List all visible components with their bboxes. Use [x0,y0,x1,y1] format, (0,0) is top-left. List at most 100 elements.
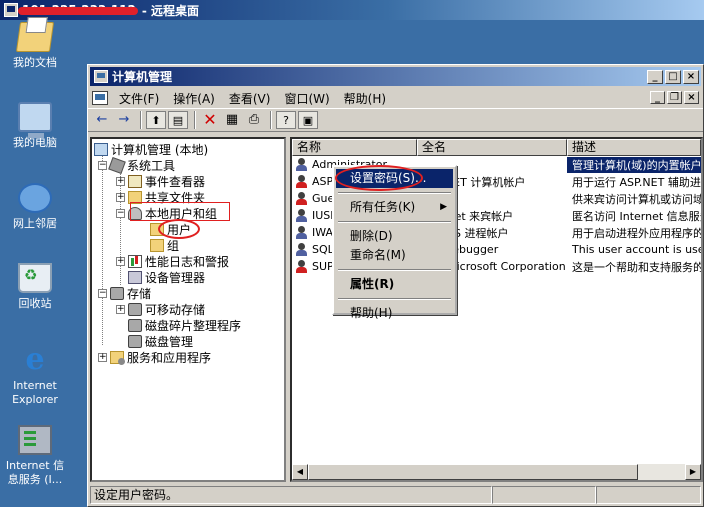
status-bar: 设定用户密码。 [90,486,701,504]
menu-separator [338,269,451,271]
my-computer-icon [18,102,52,138]
remote-desktop-icon [4,3,18,17]
folder-icon [150,238,164,252]
up-level-icon[interactable]: ⬆ [146,111,166,129]
list-header: 名称 全名 描述 [292,139,701,156]
menu-action[interactable]: 操作(A) [173,90,215,107]
remote-desktop-bar: 101.225.233.112 - 远程桌面 [0,0,704,20]
expand-icon[interactable]: + [116,192,125,202]
minimize-button[interactable]: _ [647,69,663,84]
cell-description: 用于启动进程外应用程序的 [572,226,701,240]
tree-node-storage[interactable]: − 存储 [98,285,151,301]
tree-label: 存储 [127,286,152,301]
system-menu-icon[interactable] [92,91,108,105]
expand-icon[interactable]: + [116,304,125,314]
tree-label: 设备管理器 [145,270,206,285]
disk-management-icon [128,334,142,348]
cell-description: 用于运行 ASP.NET 辅助进程 [572,175,701,189]
scroll-right-button[interactable]: ▶ [685,464,701,480]
tree-node-defrag[interactable]: 磁盘碎片整理程序 [128,317,241,333]
menu-separator [338,192,451,194]
mdi-close-button[interactable]: × [684,91,699,104]
user-icon [295,175,309,188]
toolbar: ← → ⬆ ▤ ✕ ▦ ⎙ ? ▣ [88,108,703,132]
tree-label: 计算机管理 (本地) [111,142,209,157]
scroll-left-button[interactable]: ◀ [292,464,308,480]
toolbar-separator [194,111,196,129]
forward-arrow-icon[interactable]: → [114,111,134,129]
tree-node-disk-management[interactable]: 磁盘管理 [128,333,193,349]
expand-icon[interactable]: + [98,352,107,362]
console-view-icon[interactable]: ▣ [298,111,318,129]
menu-item-all-tasks[interactable]: 所有任务(K) ▶ [336,198,453,217]
desktop-icon-recycle-bin[interactable]: 回收站 [0,263,70,311]
menu-window[interactable]: 窗口(W) [284,90,329,107]
status-text: 设定用户密码。 [90,486,492,504]
menu-item-properties[interactable]: 属性(R) [336,275,453,294]
tree-label: 系统工具 [127,158,176,173]
removable-storage-icon [128,302,142,316]
tree-label: 事件查看器 [145,174,206,189]
expand-icon[interactable]: + [116,256,125,266]
menu-item-delete[interactable]: 删除(D) [336,227,453,246]
tree-node-removable-storage[interactable]: + 可移动存储 [116,301,205,317]
delete-icon[interactable]: ✕ [200,111,220,129]
collapse-icon[interactable]: − [98,160,107,170]
desktop-icon-label: Internet Explorer [12,379,58,406]
cell-description: This user account is used [572,243,701,256]
column-header-fullname[interactable]: 全名 [417,139,567,156]
collapse-icon[interactable]: − [98,288,107,298]
tools-icon [108,156,126,174]
tree-node-groups[interactable]: 组 [150,237,179,253]
desktop-icon-label: 网上邻居 [13,217,57,230]
scroll-thumb[interactable] [308,464,638,480]
tree-node-root[interactable]: 计算机管理 (本地) [94,141,208,157]
user-icon [295,243,309,256]
close-button[interactable]: × [683,69,699,84]
computer-management-icon [94,70,108,83]
horizontal-scrollbar[interactable]: ◀ ▶ [292,464,701,480]
tree-node-device-manager[interactable]: 设备管理器 [128,269,205,285]
mdi-restore-button[interactable]: ❐ [667,91,682,104]
tree-node-perf-logs[interactable]: + 性能日志和警报 [116,253,229,269]
storage-icon [110,286,124,300]
my-documents-icon [15,22,55,52]
tree-node-services-apps[interactable]: + 服务和应用程序 [98,349,211,365]
desktop-icon-internet-explorer[interactable]: e Internet Explorer [0,345,70,407]
column-header-description[interactable]: 描述 [567,139,701,156]
collapse-icon[interactable]: − [116,208,125,218]
cell-description: 这是一个帮助和支持服务的 [572,260,701,274]
menu-item-rename[interactable]: 重命名(M) [336,246,453,265]
tree-node-system-tools[interactable]: − 系统工具 [98,156,176,174]
desktop-icon-my-computer[interactable]: 我的电脑 [0,102,70,150]
menu-help[interactable]: 帮助(H) [344,90,386,107]
back-arrow-icon[interactable]: ← [92,111,112,129]
desktop-icon-label: 我的文档 [13,56,57,69]
tree-node-event-viewer[interactable]: + 事件查看器 [116,173,205,189]
export-list-icon[interactable]: ⎙ [244,111,264,129]
help-icon[interactable]: ? [276,111,296,129]
properties-icon[interactable]: ▦ [222,111,242,129]
tree-label: 服务和应用程序 [127,350,212,365]
menu-view[interactable]: 查看(V) [229,90,271,107]
annotation-oval [335,165,423,191]
menu-item-help[interactable]: 帮助(H) [336,304,453,323]
maximize-button[interactable]: □ [665,69,681,84]
desktop-icon-network-places[interactable]: 网上邻居 [0,183,70,231]
desktop-icon-iis[interactable]: Internet 信息服务 (I... [0,425,70,487]
expand-icon[interactable]: + [116,176,125,186]
recycle-bin-icon [18,263,52,293]
desktop-icon-my-documents[interactable]: 我的文档 [0,22,70,70]
menu-file[interactable]: 文件(F) [119,90,159,107]
column-header-name[interactable]: 名称 [292,139,417,156]
show-tree-icon[interactable]: ▤ [168,111,188,129]
status-panel [492,486,596,504]
menu-bar: 文件(F) 操作(A) 查看(V) 窗口(W) 帮助(H) _ ❐ × [88,88,703,108]
window-titlebar[interactable]: 计算机管理 _ □ × [90,67,701,86]
mdi-minimize-button[interactable]: _ [650,91,665,104]
user-icon [295,158,309,171]
iis-icon [18,425,52,455]
toolbar-separator [140,111,142,129]
redacted-ip: 101.225.233.112 [18,3,138,17]
cell-description: 供来宾访问计算机或访问域 [572,192,701,206]
